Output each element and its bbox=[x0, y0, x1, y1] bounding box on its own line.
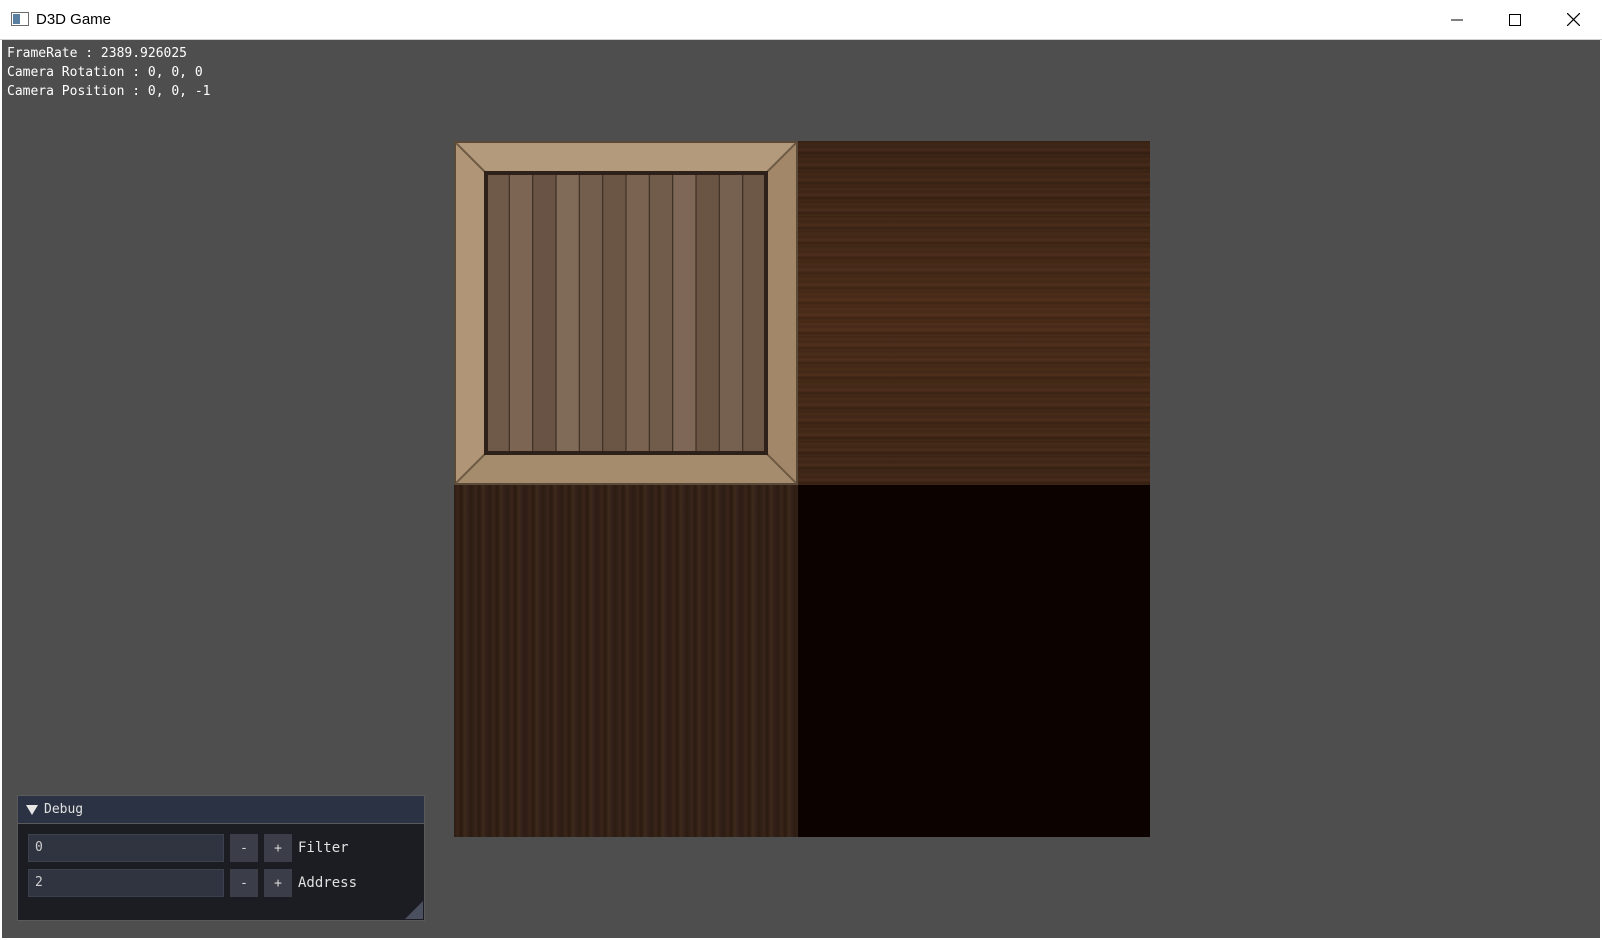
resize-grip[interactable] bbox=[405, 901, 423, 919]
debug-panel-title: Debug bbox=[44, 802, 84, 817]
clamped-texture-corner bbox=[798, 485, 1150, 837]
collapse-arrow-icon[interactable] bbox=[26, 804, 38, 815]
minimize-icon bbox=[1451, 19, 1463, 20]
clamped-texture-bottom bbox=[454, 485, 798, 837]
address-input[interactable]: 2 bbox=[28, 869, 224, 897]
address-label: Address bbox=[298, 875, 358, 891]
address-row: 2 - + Address bbox=[28, 869, 357, 897]
camera-position-text: Camera Position : 0, 0, -1 bbox=[7, 84, 211, 99]
minimize-button[interactable] bbox=[1428, 0, 1486, 39]
framerate-text: FrameRate : 2389.926025 bbox=[7, 46, 188, 61]
close-button[interactable] bbox=[1544, 0, 1602, 39]
filter-decrement-button[interactable]: - bbox=[230, 834, 258, 862]
maximize-button[interactable] bbox=[1486, 0, 1544, 39]
title-bar: D3D Game bbox=[0, 0, 1602, 40]
maximize-icon bbox=[1509, 13, 1521, 26]
camera-rotation-text: Camera Rotation : 0, 0, 0 bbox=[7, 65, 203, 80]
close-icon bbox=[1566, 13, 1580, 26]
address-increment-button[interactable]: + bbox=[264, 869, 292, 897]
window-title: D3D Game bbox=[36, 11, 112, 28]
address-decrement-button[interactable]: - bbox=[230, 869, 258, 897]
clamped-texture-right bbox=[798, 141, 1150, 485]
debug-panel[interactable]: Debug 0 - + Filter 2 - + Address bbox=[17, 795, 425, 921]
stats-overlay: FrameRate : 2389.926025 Camera Rotation :… bbox=[7, 44, 211, 101]
crate-texture bbox=[454, 141, 798, 485]
filter-input[interactable]: 0 bbox=[28, 834, 224, 862]
filter-row: 0 - + Filter bbox=[28, 834, 349, 862]
app-window-icon bbox=[11, 12, 29, 26]
debug-panel-header[interactable]: Debug bbox=[18, 796, 424, 824]
render-viewport[interactable]: FrameRate : 2389.926025 Camera Rotation :… bbox=[2, 40, 1600, 938]
filter-increment-button[interactable]: + bbox=[264, 834, 292, 862]
filter-label: Filter bbox=[298, 840, 349, 856]
textured-quad bbox=[454, 141, 1150, 837]
